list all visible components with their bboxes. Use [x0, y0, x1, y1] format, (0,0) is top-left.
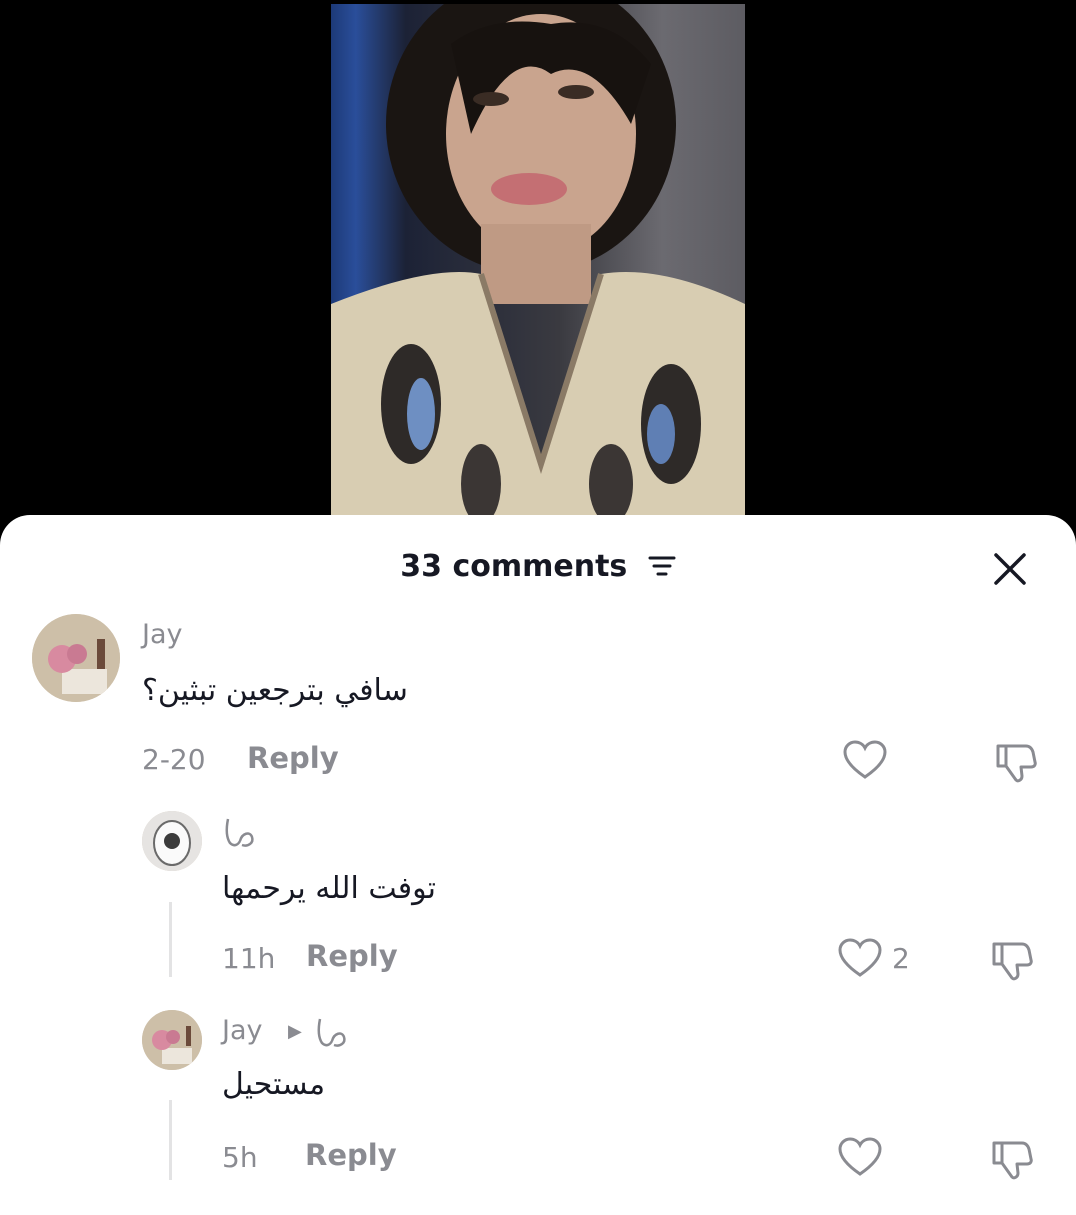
comments-count-title: 33 comments [400, 549, 628, 584]
comment-username[interactable]: Jay [142, 619, 183, 650]
heart-icon[interactable] [838, 1137, 882, 1181]
username-glyph[interactable] [222, 815, 258, 855]
reply-arrow-icon: ▶ [288, 1021, 302, 1042]
like-count: 2 [892, 942, 910, 975]
heart-icon[interactable] [838, 938, 882, 982]
avatar[interactable] [32, 614, 120, 702]
avatar[interactable] [142, 1010, 202, 1070]
close-icon[interactable] [990, 549, 1034, 589]
comment-text: سافي بترجعين تبثين؟ [142, 673, 408, 708]
comment-time: 2-20 [142, 743, 206, 776]
comment-time: 11h [222, 942, 276, 975]
heart-icon[interactable] [843, 740, 887, 784]
reply-button[interactable]: Reply [306, 939, 398, 973]
comment-time: 5h [222, 1141, 258, 1174]
reply-button[interactable]: Reply [247, 741, 339, 775]
dislike-icon[interactable] [990, 938, 1034, 986]
filter-icon[interactable] [648, 550, 676, 585]
comment-text: توفت الله يرحمها [222, 871, 436, 906]
video-player[interactable] [331, 4, 745, 524]
dislike-icon[interactable] [994, 740, 1038, 788]
thread-line [169, 902, 172, 977]
comments-sheet: 33 comments Jay سافي بترجعين تبثين؟ 2-20… [0, 515, 1076, 1215]
username-glyph[interactable] [314, 1015, 350, 1055]
avatar[interactable] [142, 811, 202, 871]
dislike-icon[interactable] [990, 1137, 1034, 1185]
comment-text: مستحيل [222, 1067, 326, 1102]
video-frame-image [331, 4, 745, 524]
comments-header: 33 comments [0, 549, 1076, 585]
comment-username[interactable]: Jay [222, 1015, 263, 1046]
reply-button[interactable]: Reply [305, 1138, 397, 1172]
thread-line [169, 1100, 172, 1180]
